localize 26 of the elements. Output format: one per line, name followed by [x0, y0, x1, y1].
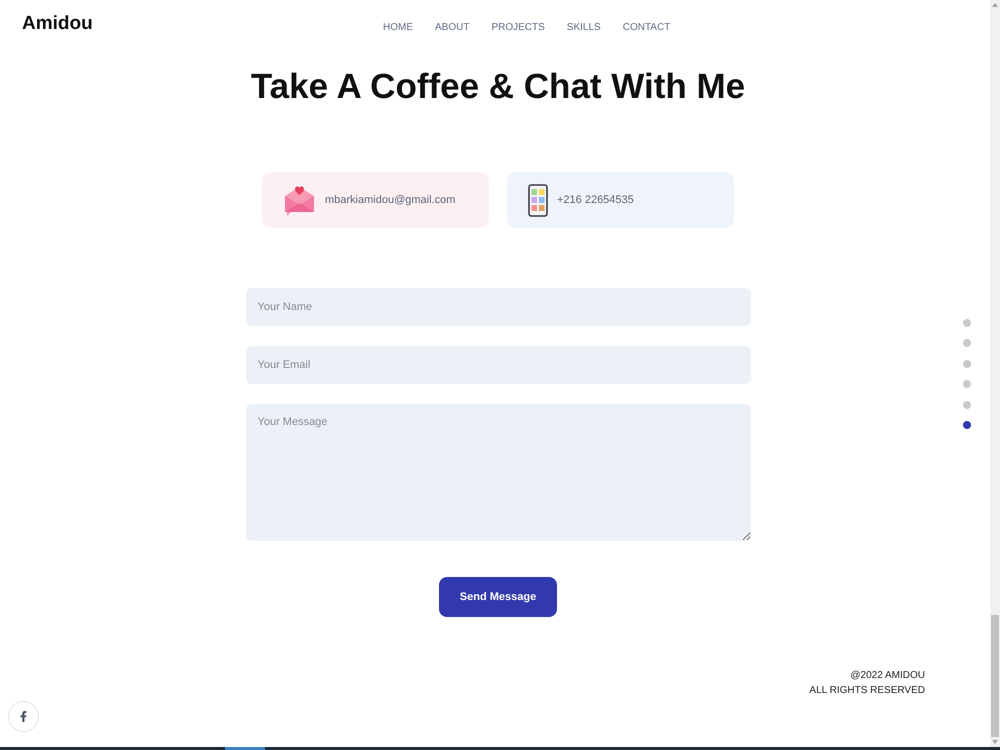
- nav-link[interactable]: PROJECTS: [491, 20, 545, 36]
- nav-link[interactable]: SKILLS: [566, 20, 601, 36]
- section-dot[interactable]: [963, 360, 971, 368]
- social-link[interactable]: [8, 701, 39, 732]
- nav-link[interactable]: CONTACT: [622, 20, 670, 36]
- section-dot[interactable]: [963, 400, 971, 409]
- section-dot[interactable]: [963, 420, 971, 429]
- facebook-icon: [18, 711, 29, 722]
- section-dot[interactable]: [963, 319, 971, 327]
- site-logo[interactable]: Amidou: [22, 12, 93, 36]
- phone-text: +216 22654535: [557, 194, 634, 206]
- input-field[interactable]: Your Name: [246, 288, 750, 326]
- love-letter-icon: [283, 184, 316, 216]
- input-field[interactable]: Your Email: [246, 346, 750, 384]
- send-button[interactable]: Send Message: [439, 577, 557, 617]
- copyright-text: @2022 AMIDOU: [850, 669, 925, 683]
- scrollbar[interactable]: [990, 0, 1000, 747]
- section-heading: Take A Coffee & Chat With Me: [250, 67, 746, 107]
- email-text: mbarkiamidou@gmail.com: [325, 194, 456, 206]
- message-field[interactable]: Your Message: [246, 404, 750, 541]
- section-dot[interactable]: [963, 339, 971, 348]
- copyright-text: ALL RIGHTS RESERVED: [809, 684, 925, 698]
- smartphone-icon: [528, 184, 548, 216]
- nav-link[interactable]: ABOUT: [435, 20, 470, 36]
- section-dot[interactable]: [963, 380, 971, 388]
- nav-link[interactable]: HOME: [383, 20, 413, 36]
